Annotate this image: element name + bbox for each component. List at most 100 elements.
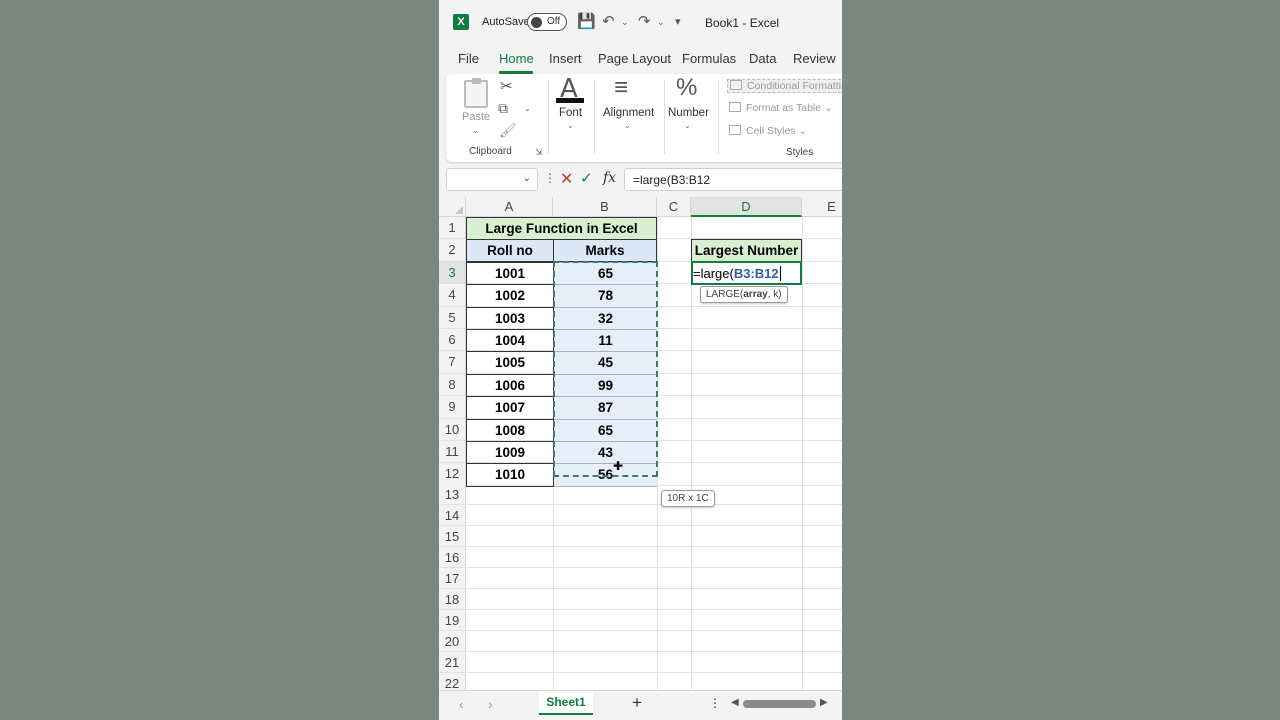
roll-no-cell[interactable]: 1010	[466, 463, 554, 487]
customize-toolbar-icon[interactable]: ▾	[675, 15, 681, 28]
save-icon[interactable]: 💾	[577, 12, 596, 30]
clipboard-group-label: Clipboard	[469, 146, 512, 157]
row-header-18[interactable]: 18	[439, 589, 466, 611]
sheet-options-icon[interactable]: ⋮	[709, 696, 721, 710]
row-header-21[interactable]: 21	[439, 652, 466, 674]
row-header-22[interactable]: 22	[439, 673, 466, 690]
add-sheet-icon[interactable]: +	[632, 693, 642, 713]
cell-styles-button[interactable]: Cell Styles ⌄	[729, 125, 807, 137]
roll-no-cell[interactable]: 1005	[466, 351, 554, 375]
roll-no-cell[interactable]: 1002	[466, 284, 554, 308]
scroll-left-icon[interactable]: ◀	[731, 697, 739, 708]
autosave-toggle[interactable]: Off	[527, 13, 567, 31]
row-header-10[interactable]: 10	[439, 418, 466, 441]
row-header-5[interactable]: 5	[439, 306, 466, 329]
row-header-15[interactable]: 15	[439, 526, 466, 548]
header-roll-no[interactable]: Roll no	[466, 239, 554, 262]
formula-bar-options-icon[interactable]: ⋮	[544, 171, 556, 185]
formula-input[interactable]: =large(B3:B12	[624, 168, 842, 191]
roll-no-cell[interactable]: 1004	[466, 329, 554, 353]
name-box[interactable]: ⌄	[446, 168, 538, 191]
column-header-d[interactable]: D	[691, 197, 802, 217]
column-header-b[interactable]: B	[553, 197, 657, 217]
roll-no-cell[interactable]: 1003	[466, 306, 554, 330]
ribbon-tabs: File Home Insert Page Layout Formulas Da…	[439, 44, 842, 74]
row-header-2[interactable]: 2	[439, 239, 466, 262]
conditional-formatting-button[interactable]: Conditional Formatting	[727, 79, 842, 93]
undo-dropdown-icon[interactable]: ⌄	[621, 17, 629, 28]
row-header-13[interactable]: 13	[439, 484, 466, 506]
ribbon-separator	[718, 80, 719, 154]
roll-no-cell[interactable]: 1001	[466, 261, 554, 286]
format-painter-icon[interactable]: 🖌	[499, 122, 517, 139]
enter-icon[interactable]: ✓	[580, 169, 593, 187]
next-sheet-icon[interactable]: ›	[488, 696, 493, 712]
row-header-7[interactable]: 7	[439, 351, 466, 374]
row-header-20[interactable]: 20	[439, 631, 466, 653]
function-tooltip[interactable]: LARGE(array, k)	[700, 286, 788, 303]
font-label[interactable]: Font	[559, 107, 582, 119]
alignment-label[interactable]: Alignment	[603, 107, 654, 119]
column-header-c[interactable]: C	[657, 197, 691, 217]
row-header-1[interactable]: 1	[439, 217, 466, 240]
row-header-6[interactable]: 6	[439, 329, 466, 352]
conditional-formatting-icon	[730, 80, 742, 90]
cancel-icon[interactable]: ✕	[560, 169, 573, 189]
tab-insert[interactable]: Insert	[549, 51, 582, 66]
roll-no-cell[interactable]: 1007	[466, 396, 554, 420]
column-header-a[interactable]: A	[466, 197, 553, 217]
row-header-4[interactable]: 4	[439, 284, 466, 307]
name-box-dropdown-icon[interactable]: ⌄	[523, 173, 531, 184]
paste-label[interactable]: Paste	[462, 111, 490, 123]
clipboard-launcher-icon[interactable]: ⇲	[535, 147, 543, 158]
cut-icon[interactable]: ✂	[500, 77, 513, 95]
title-cell[interactable]: Large Function in Excel	[466, 217, 657, 240]
format-as-table-button[interactable]: Format as Table ⌄	[729, 102, 833, 114]
insert-function-icon[interactable]: fx	[603, 170, 616, 186]
row-header-16[interactable]: 16	[439, 547, 466, 569]
copy-dropdown-icon[interactable]: ⌄	[524, 104, 531, 113]
roll-no-cell[interactable]: 1006	[466, 373, 554, 398]
select-all-corner[interactable]	[439, 197, 466, 217]
row-header-12[interactable]: 12	[439, 463, 466, 486]
redo-icon[interactable]: ↷	[638, 12, 651, 30]
tab-page-layout[interactable]: Page Layout	[598, 51, 671, 66]
paste-dropdown-icon[interactable]: ⌄	[472, 126, 479, 135]
header-marks[interactable]: Marks	[553, 239, 657, 262]
roll-no-cell[interactable]: 1009	[466, 441, 554, 465]
worksheet-grid[interactable]: A B C D E 1 2 3 4 5 6 7 8 9 10 11 12 13 14 15 16 17 18 19 2…	[439, 197, 842, 690]
active-cell-d3[interactable]: =large(B3:B12	[691, 261, 802, 285]
tab-review[interactable]: Review	[793, 51, 836, 66]
row-header-8[interactable]: 8	[439, 373, 466, 397]
redo-dropdown-icon[interactable]: ⌄	[657, 17, 665, 28]
alignment-icon[interactable]: ≡	[614, 74, 628, 102]
cell-styles-dropdown-icon: ⌄	[798, 125, 808, 137]
largest-number-header[interactable]: Largest Number	[691, 239, 802, 262]
tab-home[interactable]: Home	[499, 51, 534, 66]
horizontal-scrollbar[interactable]	[743, 700, 816, 708]
row-header-9[interactable]: 9	[439, 396, 466, 419]
number-dropdown-icon[interactable]: ⌄	[684, 121, 691, 130]
paste-icon[interactable]	[464, 78, 488, 108]
tab-data[interactable]: Data	[749, 51, 776, 66]
alignment-dropdown-icon[interactable]: ⌄	[624, 121, 631, 130]
tab-formulas[interactable]: Formulas	[682, 51, 736, 66]
cell-edit-text[interactable]: =large(B3:B12	[693, 266, 781, 281]
row-header-17[interactable]: 17	[439, 568, 466, 590]
row-header-19[interactable]: 19	[439, 610, 466, 632]
copy-icon[interactable]: ⧉	[498, 100, 508, 117]
scroll-right-icon[interactable]: ▶	[820, 697, 828, 708]
row-header-11[interactable]: 11	[439, 441, 466, 464]
column-header-e[interactable]: E	[802, 197, 842, 217]
grid-column-line	[691, 217, 692, 690]
percent-icon[interactable]: %	[676, 74, 697, 102]
sheet-tab-sheet1[interactable]: Sheet1	[539, 691, 593, 715]
prev-sheet-icon[interactable]: ‹	[459, 696, 464, 712]
roll-no-cell[interactable]: 1008	[466, 418, 554, 442]
tab-file[interactable]: File	[458, 51, 479, 66]
row-header-14[interactable]: 14	[439, 505, 466, 527]
number-label[interactable]: Number	[668, 107, 709, 119]
undo-icon[interactable]: ↶	[602, 12, 615, 30]
font-dropdown-icon[interactable]: ⌄	[567, 121, 574, 130]
row-header-3[interactable]: 3	[439, 261, 466, 285]
